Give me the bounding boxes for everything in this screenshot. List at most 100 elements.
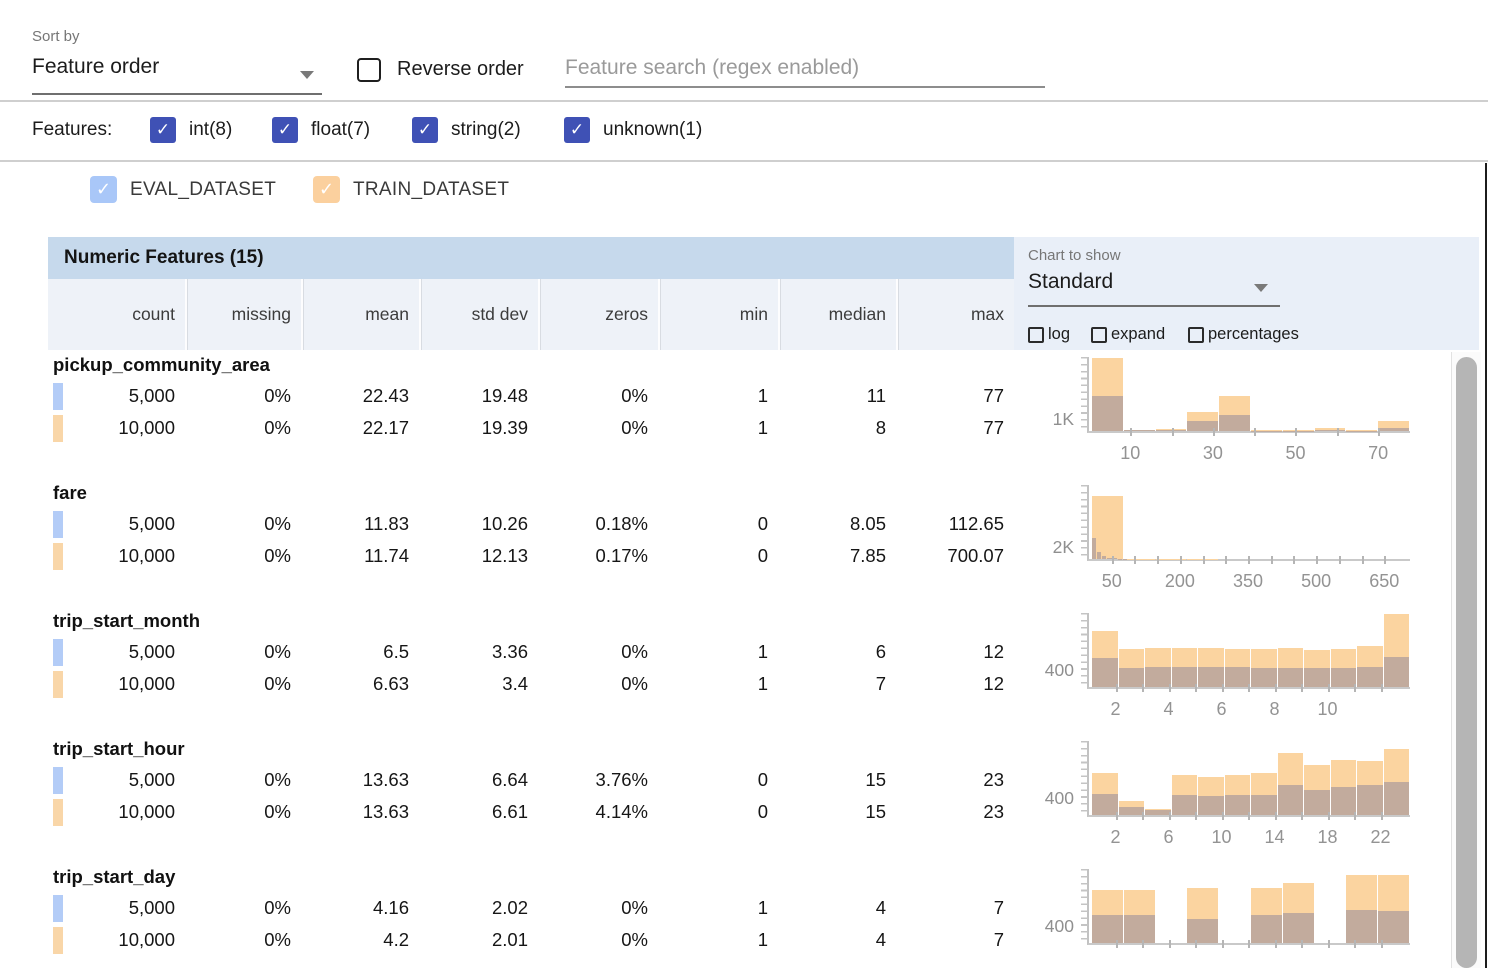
legend-eval-dataset[interactable]: ✓ EVAL_DATASET bbox=[90, 176, 276, 203]
chart-type-select[interactable]: Standard bbox=[1028, 270, 1280, 307]
eval-dataset-checkbox[interactable]: ✓ bbox=[90, 176, 117, 203]
eval-overlap-bar bbox=[1124, 915, 1155, 943]
table-row-train: 10,000 0% 4.2 2.01 0% 1 4 7 bbox=[48, 924, 1014, 956]
histogram-chart[interactable]: 4002610141822 bbox=[1014, 734, 1456, 862]
x-axis-tick bbox=[1248, 940, 1250, 948]
histograms-column: 1K10305070 2K50200350500650 400246810 40… bbox=[1014, 350, 1456, 968]
x-axis-tick bbox=[1337, 428, 1339, 436]
cell-std-dev: 19.48 bbox=[419, 380, 538, 412]
x-axis-tick-label: 4 bbox=[1163, 699, 1173, 720]
x-axis-tick bbox=[1295, 428, 1297, 436]
string-checkbox[interactable]: ✓ bbox=[412, 117, 438, 143]
int-checkbox[interactable]: ✓ bbox=[150, 117, 176, 143]
x-axis-tick bbox=[1130, 428, 1132, 436]
cell-min: 0 bbox=[658, 508, 778, 540]
y-axis-ticks bbox=[1081, 357, 1088, 432]
x-axis-tick-label: 14 bbox=[1264, 827, 1284, 848]
eval-color-chip bbox=[53, 895, 63, 922]
filter-float[interactable]: ✓ float(7) bbox=[272, 117, 370, 143]
eval-overlap-bar bbox=[1331, 787, 1357, 815]
histogram-bars bbox=[1092, 869, 1408, 943]
cell-mean: 11.74 bbox=[301, 540, 419, 572]
percentages-option[interactable]: percentages bbox=[1188, 325, 1299, 344]
eval-overlap-bar bbox=[1092, 538, 1096, 559]
eval-overlap-bar bbox=[1378, 428, 1409, 431]
cell-mean: 13.63 bbox=[301, 764, 419, 796]
search-input[interactable] bbox=[565, 56, 1045, 86]
filter-unknown[interactable]: ✓ unknown(1) bbox=[564, 117, 702, 143]
table-row-eval: 5,000 0% 6.5 3.36 0% 1 6 12 bbox=[48, 636, 1014, 668]
sort-by-label: Sort by bbox=[32, 28, 80, 45]
cell-zeros: 0% bbox=[538, 380, 658, 412]
histogram-plot-area[interactable] bbox=[1087, 357, 1410, 433]
unknown-checkbox[interactable]: ✓ bbox=[564, 117, 590, 143]
y-axis-ticks bbox=[1081, 869, 1088, 944]
histogram-plot-area[interactable] bbox=[1087, 613, 1410, 689]
cell-count: 5,000 bbox=[48, 892, 185, 924]
feature-name: pickup_community_area bbox=[48, 350, 1014, 380]
log-checkbox[interactable] bbox=[1028, 327, 1044, 343]
eval-overlap-bar bbox=[1251, 915, 1282, 943]
vertical-scrollbar-thumb[interactable] bbox=[1456, 357, 1477, 968]
x-axis-tick-label: 2 bbox=[1110, 827, 1120, 848]
x-axis-tick bbox=[1195, 684, 1197, 692]
x-axis-tick bbox=[1157, 556, 1159, 564]
x-axis-tick bbox=[1112, 556, 1114, 564]
eval-overlap-bar bbox=[1283, 913, 1314, 943]
col-zeros: zeros bbox=[538, 279, 658, 350]
x-axis-tick bbox=[1354, 812, 1356, 820]
cell-std-dev: 6.64 bbox=[419, 764, 538, 796]
col-max: max bbox=[896, 279, 1014, 350]
histogram-chart[interactable]: 400246810 bbox=[1014, 606, 1456, 734]
sort-by-select[interactable]: Feature order bbox=[32, 55, 322, 95]
cell-mean: 22.17 bbox=[301, 412, 419, 444]
x-axis-tick-label: 18 bbox=[1317, 827, 1337, 848]
expand-option[interactable]: expand bbox=[1091, 325, 1165, 344]
cell-missing: 0% bbox=[185, 636, 301, 668]
cell-zeros: 3.76% bbox=[538, 764, 658, 796]
cell-missing: 0% bbox=[185, 924, 301, 956]
cell-median: 8.05 bbox=[778, 508, 896, 540]
histogram-chart[interactable]: 1K10305070 bbox=[1014, 350, 1456, 478]
log-option[interactable]: log bbox=[1028, 325, 1070, 344]
histogram-plot-area[interactable] bbox=[1087, 869, 1410, 945]
cell-mean: 4.16 bbox=[301, 892, 419, 924]
histogram-plot-area[interactable] bbox=[1087, 741, 1410, 817]
filter-string[interactable]: ✓ string(2) bbox=[412, 117, 521, 143]
cell-max: 7 bbox=[896, 924, 1014, 956]
cell-max: 700.07 bbox=[896, 540, 1014, 572]
histogram-bars bbox=[1092, 485, 1408, 559]
eval-overlap-bar bbox=[1378, 911, 1409, 943]
cell-min: 1 bbox=[658, 924, 778, 956]
cell-count: 5,000 bbox=[48, 508, 185, 540]
histogram-plot-area[interactable] bbox=[1087, 485, 1410, 561]
histogram-chart[interactable]: 400 bbox=[1014, 862, 1456, 968]
legend-train-dataset[interactable]: ✓ TRAIN_DATASET bbox=[313, 176, 509, 203]
histogram-bars bbox=[1092, 613, 1408, 687]
feature-block-trip-start-month: trip_start_month 5,000 0% 6.5 3.36 0% 1 … bbox=[48, 606, 1014, 734]
reverse-order-checkbox[interactable] bbox=[357, 58, 381, 82]
x-axis-tick-label: 10 bbox=[1120, 443, 1140, 464]
cell-min: 1 bbox=[658, 412, 778, 444]
float-checkbox[interactable]: ✓ bbox=[272, 117, 298, 143]
histogram-chart[interactable]: 2K50200350500650 bbox=[1014, 478, 1456, 606]
cell-zeros: 0% bbox=[538, 668, 658, 700]
percentages-checkbox[interactable] bbox=[1188, 327, 1204, 343]
y-axis-ticks bbox=[1081, 485, 1088, 560]
cell-zeros: 0% bbox=[538, 892, 658, 924]
cell-missing: 0% bbox=[185, 892, 301, 924]
x-axis-tick bbox=[1301, 940, 1303, 948]
feature-search-field[interactable] bbox=[565, 56, 1045, 88]
expand-checkbox[interactable] bbox=[1091, 327, 1107, 343]
toolbar-divider bbox=[0, 100, 1488, 102]
cell-min: 0 bbox=[658, 764, 778, 796]
train-dataset-checkbox[interactable]: ✓ bbox=[313, 176, 340, 203]
cell-max: 112.65 bbox=[896, 508, 1014, 540]
cell-max: 7 bbox=[896, 892, 1014, 924]
eval-overlap-bar bbox=[1145, 810, 1171, 815]
x-axis-tick-label: 50 bbox=[1285, 443, 1305, 464]
filter-int[interactable]: ✓ int(8) bbox=[150, 117, 232, 143]
cell-count: 10,000 bbox=[48, 796, 185, 828]
x-axis-tick bbox=[1381, 684, 1383, 692]
cell-min: 1 bbox=[658, 380, 778, 412]
